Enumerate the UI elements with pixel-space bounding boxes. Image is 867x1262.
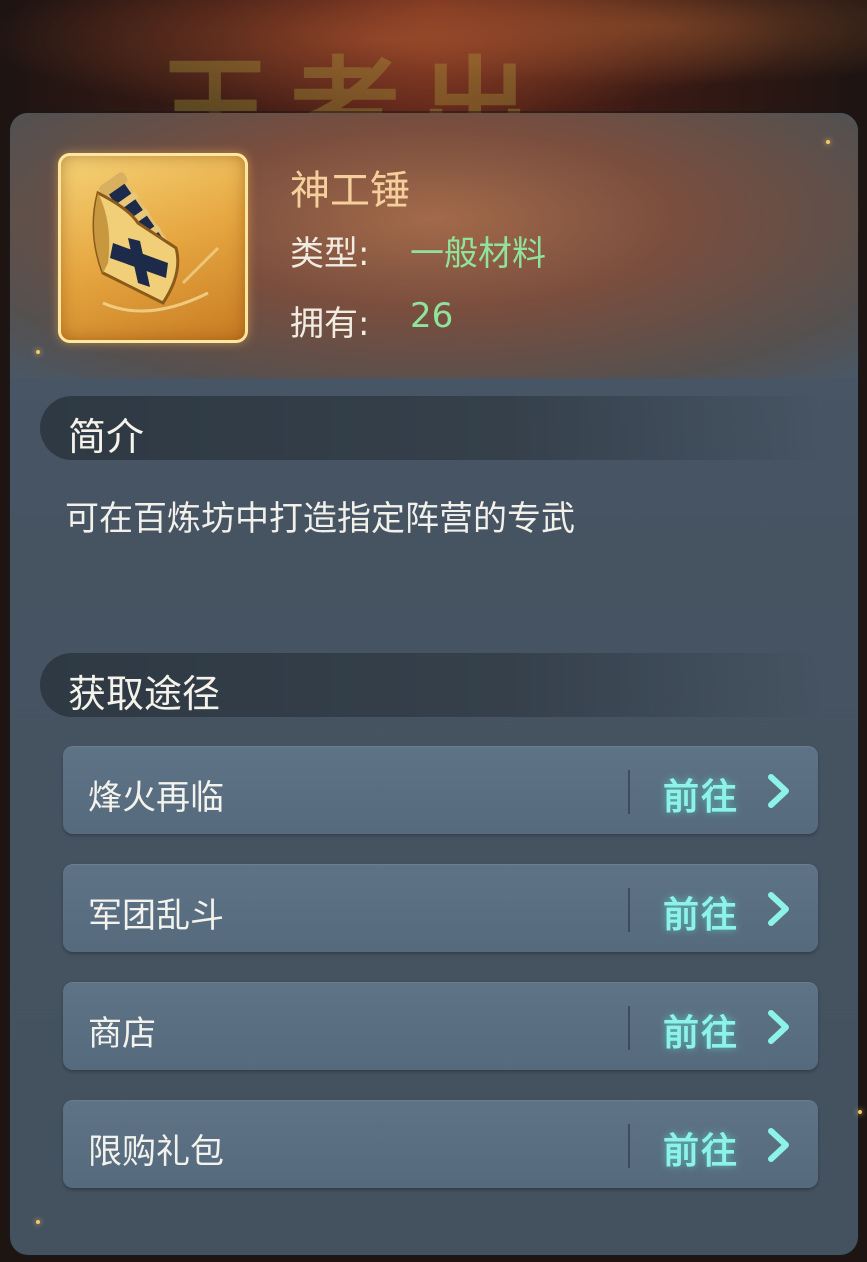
goto-button[interactable]: 前往 bbox=[663, 882, 803, 936]
chevron-right-icon bbox=[768, 892, 789, 926]
owned-value: 26 bbox=[410, 296, 454, 336]
item-info-panel: 神工锤 类型: 一般材料 拥有: 26 简介 可在百炼坊中打造指定阵营的专武 获… bbox=[10, 113, 858, 1255]
divider bbox=[628, 770, 630, 814]
sparkle bbox=[826, 140, 830, 144]
goto-label: 前往 bbox=[663, 777, 740, 818]
divider bbox=[628, 1124, 630, 1168]
sparkle bbox=[858, 1110, 862, 1114]
source-row: 限购礼包 前往 bbox=[63, 1100, 818, 1188]
divider bbox=[628, 1006, 630, 1050]
hammer-icon bbox=[92, 172, 220, 313]
goto-button[interactable]: 前往 bbox=[663, 1118, 803, 1172]
source-row: 烽火再临 前往 bbox=[63, 746, 818, 834]
sparkle bbox=[36, 1220, 40, 1224]
chevron-right-icon bbox=[768, 1128, 789, 1162]
source-name: 烽火再临 bbox=[88, 778, 224, 818]
source-row: 军团乱斗 前往 bbox=[63, 864, 818, 952]
background-art: 王者出… bbox=[0, 0, 867, 174]
source-row: 商店 前往 bbox=[63, 982, 818, 1070]
goto-label: 前往 bbox=[663, 1013, 740, 1054]
game-scene: 王者出… 神工锤 类型: 一般材料 拥有: 26 简介 可在百炼坊中打造指定阵营… bbox=[0, 0, 867, 1262]
source-name: 军团乱斗 bbox=[88, 896, 224, 936]
divider bbox=[628, 888, 630, 932]
item-description: 可在百炼坊中打造指定阵营的专武 bbox=[65, 499, 575, 539]
goto-label: 前往 bbox=[663, 895, 740, 936]
chevron-right-icon bbox=[768, 1010, 789, 1044]
intro-section-header: 简介 bbox=[40, 396, 820, 460]
source-name: 商店 bbox=[88, 1014, 156, 1054]
goto-button[interactable]: 前往 bbox=[663, 1000, 803, 1054]
source-name: 限购礼包 bbox=[88, 1132, 224, 1172]
type-label: 类型: bbox=[290, 234, 370, 274]
goto-button[interactable]: 前往 bbox=[663, 764, 803, 818]
sparkle bbox=[36, 350, 40, 354]
owned-label: 拥有: bbox=[290, 304, 370, 344]
goto-label: 前往 bbox=[663, 1131, 740, 1172]
sources-title: 获取途径 bbox=[68, 672, 221, 716]
item-icon-frame bbox=[58, 153, 248, 343]
item-name: 神工锤 bbox=[290, 168, 410, 214]
intro-title: 简介 bbox=[68, 415, 145, 459]
type-value: 一般材料 bbox=[410, 234, 546, 274]
sources-section-header: 获取途径 bbox=[40, 653, 820, 717]
chevron-right-icon bbox=[768, 774, 789, 808]
